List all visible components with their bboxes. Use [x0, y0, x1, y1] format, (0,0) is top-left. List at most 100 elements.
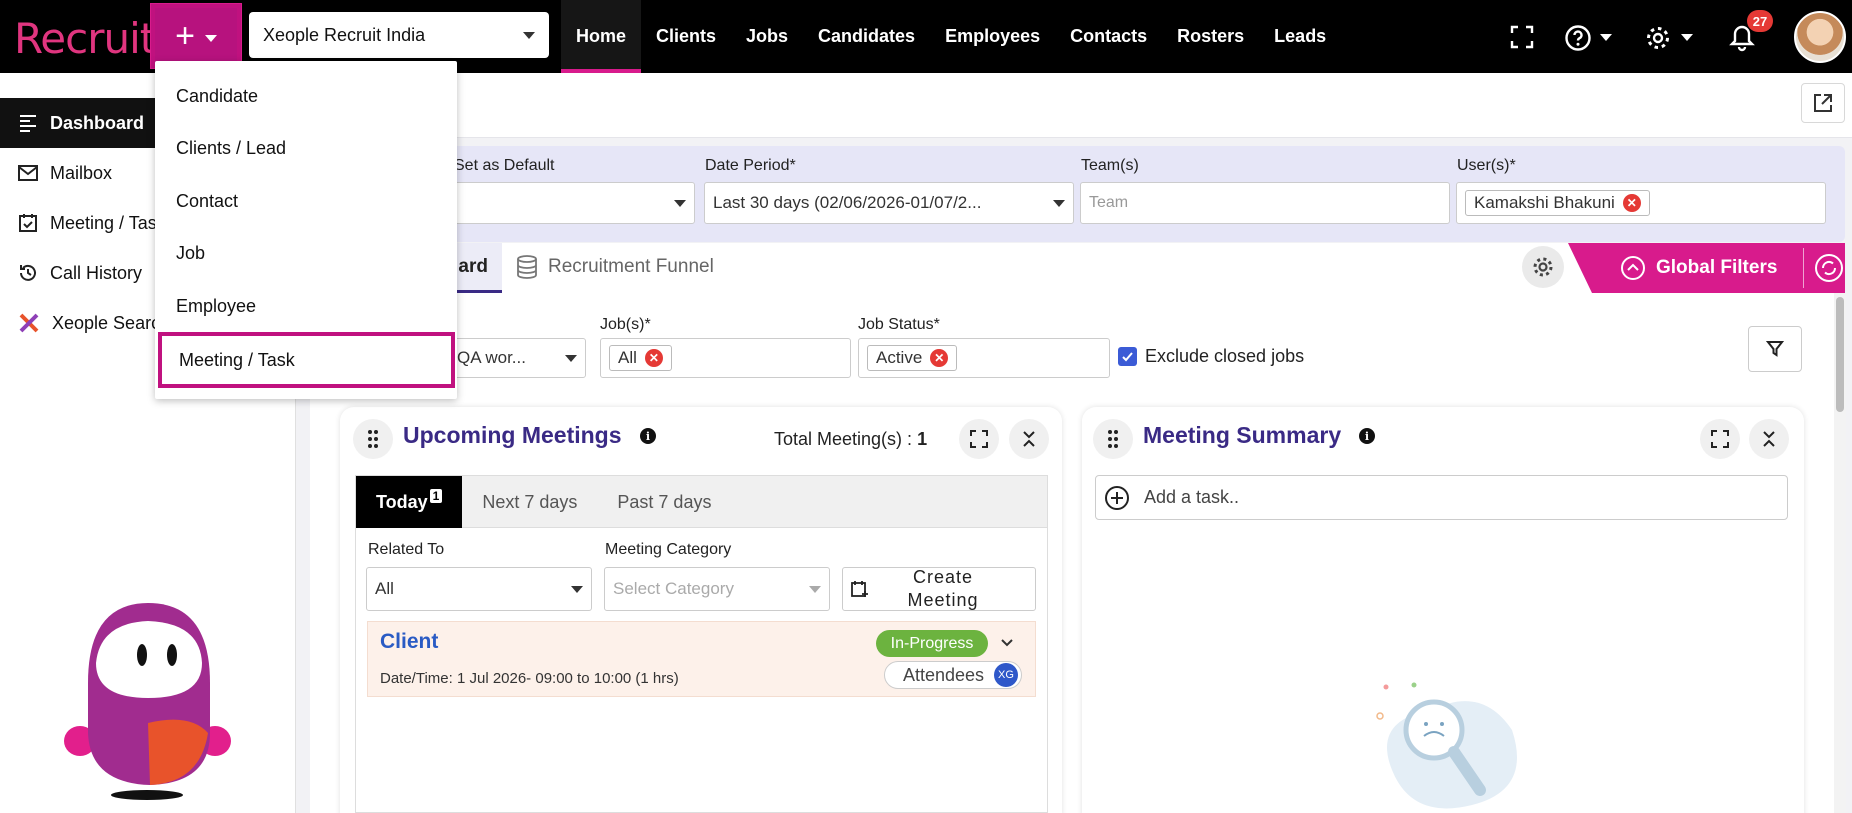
fullscreen-icon[interactable]	[1510, 25, 1534, 49]
tab-label: Recruitment Funnel	[548, 256, 714, 277]
help-icon[interactable]	[1564, 24, 1592, 52]
gear-icon[interactable]	[1644, 24, 1672, 52]
tab-recruitment-funnel[interactable]: Recruitment Funnel	[516, 255, 714, 279]
nav-candidates[interactable]: Candidates	[803, 0, 930, 73]
open-external-button[interactable]	[1801, 83, 1845, 123]
empty-state-illustration	[1376, 682, 1517, 809]
remove-icon[interactable]: ✕	[930, 349, 949, 367]
total-meetings-value: 1	[917, 429, 928, 449]
related-to-label: Related To	[368, 541, 445, 558]
external-link-icon	[1814, 94, 1832, 112]
menu-item-candidate[interactable]: Candidate	[155, 70, 457, 122]
add-new-button[interactable]: +	[151, 4, 241, 68]
caret-down-icon	[523, 31, 535, 39]
related-to-select[interactable]: All	[366, 567, 592, 611]
organization-select[interactable]: Xeople Recruit India	[249, 12, 549, 58]
collapse-button[interactable]	[1009, 419, 1049, 459]
info-icon[interactable]: i	[1359, 428, 1375, 444]
menu-item-clients-lead[interactable]: Clients / Lead	[155, 122, 457, 174]
xeople-logo-icon	[19, 313, 39, 333]
calendar-add-icon	[851, 581, 868, 597]
job-status-input[interactable]: Active ✕	[858, 338, 1110, 378]
expand-button[interactable]	[959, 419, 999, 459]
app-logo[interactable]: Recruit	[14, 14, 156, 63]
meeting-status-badge: In-Progress	[876, 630, 988, 657]
remove-icon[interactable]: ✕	[644, 349, 663, 367]
sidebar-item-label: Xeople Search	[52, 312, 171, 333]
nav-clients[interactable]: Clients	[641, 0, 731, 73]
caret-down-icon	[809, 585, 821, 593]
drag-handle[interactable]	[353, 419, 393, 459]
teams-input[interactable]: Team	[1080, 182, 1450, 224]
sidebar-item-dashboard[interactable]: Dashboard	[0, 98, 160, 148]
filter-button[interactable]	[1748, 326, 1802, 372]
exclude-closed-jobs-label: Exclude closed jobs	[1145, 346, 1305, 366]
create-meeting-button[interactable]: Create Meeting	[842, 567, 1036, 611]
drag-handle-icon	[368, 430, 378, 448]
dashboard-select[interactable]	[440, 182, 695, 224]
remove-icon[interactable]: ✕	[1622, 194, 1641, 212]
info-icon[interactable]: i	[640, 428, 656, 444]
menu-item-employee[interactable]: Employee	[155, 280, 457, 332]
exclude-closed-jobs[interactable]: Exclude closed jobs	[1118, 346, 1304, 367]
jobs-chip: All ✕	[609, 345, 672, 371]
check-icon	[1122, 352, 1133, 362]
job-status-chip: Active ✕	[867, 345, 958, 371]
meeting-title[interactable]: Client	[380, 630, 438, 654]
teams-placeholder: Team	[1089, 194, 1129, 211]
scrollbar-thumb[interactable]	[1836, 297, 1844, 412]
total-meetings: Total Meeting(s) : 1	[774, 429, 927, 450]
meeting-summary-title: Meeting Summary	[1143, 422, 1342, 448]
chevron-down-icon[interactable]	[999, 635, 1015, 651]
date-period-select[interactable]: Last 30 days (02/06/2026-01/07/2...	[704, 182, 1074, 224]
meeting-category-select[interactable]: Select Category	[604, 567, 830, 611]
caret-down-icon	[674, 199, 686, 207]
expand-icon	[970, 430, 988, 448]
drag-handle-icon	[1108, 430, 1118, 448]
chip-label: Active	[876, 348, 923, 367]
collapse-button[interactable]	[1749, 419, 1789, 459]
nav-jobs[interactable]: Jobs	[731, 0, 803, 73]
page-header	[297, 73, 1852, 138]
menu-item-job[interactable]: Job	[155, 227, 457, 279]
attendee-avatar: XG	[994, 663, 1018, 687]
gear-icon	[1533, 257, 1553, 277]
attendees-button[interactable]: Attendees XG	[884, 661, 1022, 689]
tab-label: Today	[376, 492, 428, 512]
organization-select-value: Xeople Recruit India	[263, 24, 426, 45]
add-task-input[interactable]: Add a task..	[1095, 475, 1788, 520]
scrollbar-track[interactable]	[1834, 293, 1846, 813]
tab-label: ard	[458, 255, 488, 277]
menu-item-meeting-task[interactable]: Meeting / Task	[158, 332, 455, 388]
user-avatar[interactable]	[1794, 11, 1846, 63]
refresh-icon[interactable]	[1814, 253, 1844, 283]
nav-employees[interactable]: Employees	[930, 0, 1055, 73]
client-select[interactable]: QA wor...	[448, 338, 586, 378]
nav-leads[interactable]: Leads	[1259, 0, 1341, 73]
jobs-input[interactable]: All ✕	[600, 338, 851, 378]
drag-handle[interactable]	[1093, 419, 1133, 459]
tab-next-7-days[interactable]: Next 7 days	[462, 476, 597, 529]
meeting-category-label: Meeting Category	[605, 541, 732, 558]
menu-item-contact[interactable]: Contact	[155, 175, 457, 227]
date-period-label: Date Period*	[705, 157, 796, 174]
plus-icon: +	[175, 17, 195, 55]
caret-down-icon	[204, 34, 217, 42]
dashboard-settings-button[interactable]	[1522, 246, 1564, 288]
caret-down-icon	[571, 585, 583, 593]
global-filters-button[interactable]: Global Filters	[1568, 243, 1845, 293]
dashboard-icon	[20, 115, 36, 132]
total-meetings-label: Total Meeting(s) :	[774, 429, 913, 449]
tab-today[interactable]: Today 1	[356, 476, 463, 529]
caret-down-icon	[1600, 34, 1612, 41]
jobs-label: Job(s)*	[600, 316, 651, 333]
checkbox[interactable]	[1118, 347, 1137, 366]
tab-past-7-days[interactable]: Past 7 days	[597, 476, 731, 529]
caret-down-icon	[1053, 199, 1065, 207]
nav-contacts[interactable]: Contacts	[1055, 0, 1162, 73]
add-task-placeholder: Add a task..	[1144, 487, 1240, 507]
nav-home[interactable]: Home	[561, 0, 642, 73]
expand-button[interactable]	[1700, 419, 1740, 459]
users-input[interactable]: Kamakshi Bhakuni ✕	[1456, 182, 1826, 224]
nav-rosters[interactable]: Rosters	[1162, 0, 1259, 73]
